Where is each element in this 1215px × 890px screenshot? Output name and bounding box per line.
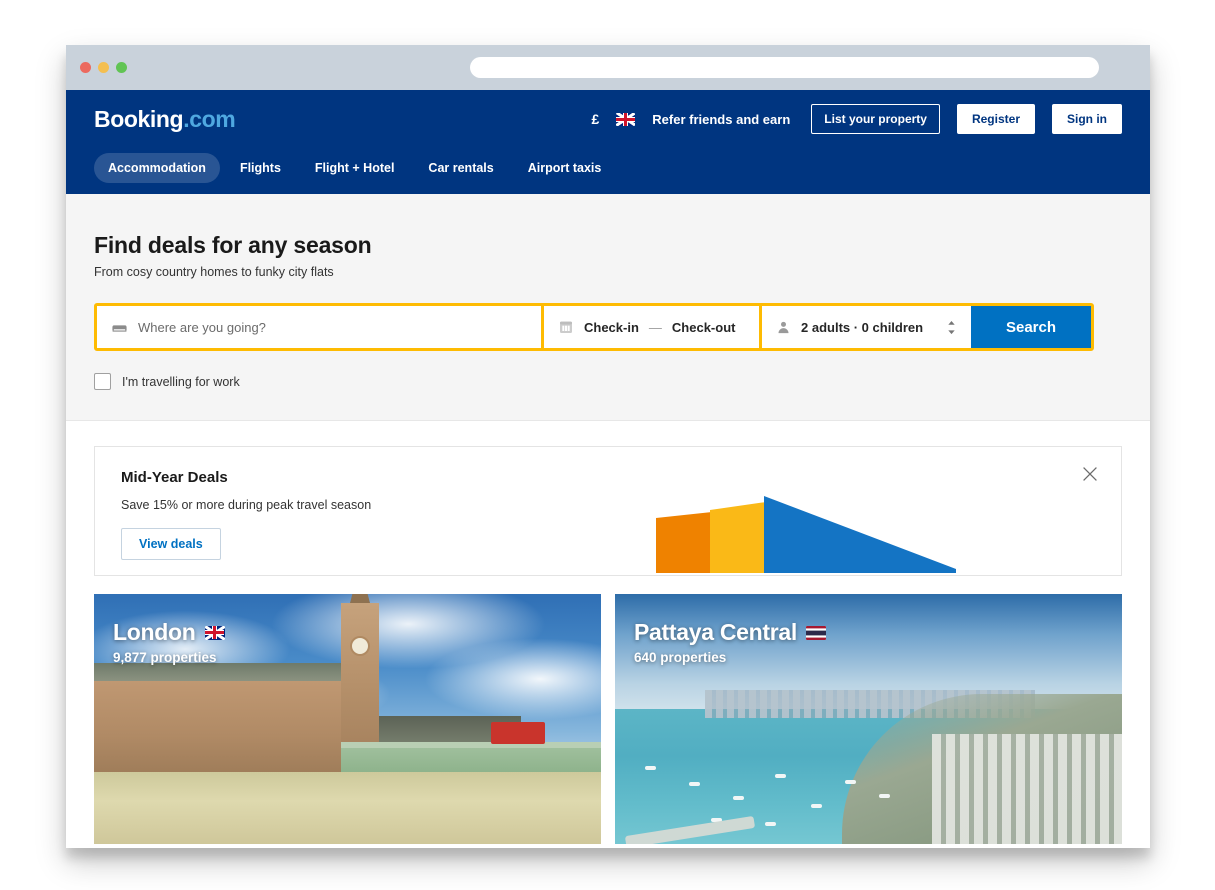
traffic-lights (80, 62, 127, 73)
city-name-row: London (113, 619, 225, 646)
uk-flag-icon (205, 626, 225, 640)
nav-tab-car-rentals[interactable]: Car rentals (414, 153, 507, 183)
calendar-icon (558, 319, 574, 335)
refer-friends-link[interactable]: Refer friends and earn (652, 112, 790, 127)
promo-illustration (650, 470, 970, 575)
uk-flag-icon[interactable] (616, 113, 635, 126)
page-subtitle: From cosy country homes to funky city fl… (94, 265, 1122, 279)
currency-selector[interactable]: £ (591, 111, 599, 127)
promo-subtitle: Save 15% or more during peak travel seas… (121, 498, 371, 512)
city-name-label: London (113, 619, 196, 646)
minimize-window-button[interactable] (98, 62, 109, 73)
city-card-pattaya-central[interactable]: Pattaya Central 640 properties (615, 594, 1122, 844)
search-panel: Find deals for any season From cosy coun… (66, 194, 1150, 421)
promo-banner: Mid-Year Deals Save 15% or more during p… (94, 446, 1122, 576)
promo-title: Mid-Year Deals (121, 469, 371, 486)
checkout-label: Check-out (672, 320, 736, 335)
search-bar: Where are you going? Check-in — Check-ou… (94, 303, 1094, 351)
view-deals-button[interactable]: View deals (121, 528, 221, 560)
main-content: Mid-Year Deals Save 15% or more during p… (66, 421, 1150, 844)
city-name-row: Pattaya Central (634, 619, 826, 646)
search-button[interactable]: Search (971, 306, 1091, 348)
promo-text-block: Mid-Year Deals Save 15% or more during p… (95, 447, 371, 560)
stepper-chevrons-icon[interactable] (946, 320, 957, 335)
person-icon (776, 320, 791, 335)
city-card-london[interactable]: London 9,877 properties (94, 594, 601, 844)
primary-nav: Accommodation Flights Flight + Hotel Car… (94, 148, 1122, 188)
travelling-for-work-row[interactable]: I'm travelling for work (94, 373, 1122, 390)
sign-in-button[interactable]: Sign in (1052, 104, 1122, 134)
nav-tab-flight-hotel[interactable]: Flight + Hotel (301, 153, 409, 183)
nav-tab-flights[interactable]: Flights (226, 153, 295, 183)
header-actions: £ Refer friends and earn List your prope… (591, 104, 1122, 134)
dates-field[interactable]: Check-in — Check-out (544, 306, 762, 348)
site-header: Booking.com £ Refer friends and earn Lis… (66, 90, 1150, 194)
nav-tab-airport-taxis[interactable]: Airport taxis (514, 153, 616, 183)
logo-text-main: Booking (94, 106, 183, 132)
list-your-property-button[interactable]: List your property (811, 104, 940, 134)
thailand-flag-icon (806, 626, 826, 640)
close-icon[interactable] (1079, 463, 1101, 485)
nav-tab-accommodation[interactable]: Accommodation (94, 153, 220, 183)
destination-cards: London 9,877 properties (94, 594, 1122, 844)
page-title: Find deals for any season (94, 232, 1122, 259)
guests-field[interactable]: 2 adults · 0 children (762, 306, 971, 348)
browser-chrome (66, 45, 1150, 90)
city-property-count: 9,877 properties (113, 650, 225, 665)
checkin-label: Check-in (584, 320, 639, 335)
address-bar[interactable] (470, 57, 1099, 78)
city-property-count: 640 properties (634, 650, 826, 665)
header-top-row: Booking.com £ Refer friends and earn Lis… (94, 90, 1122, 148)
maximize-window-button[interactable] (116, 62, 127, 73)
booking-logo[interactable]: Booking.com (94, 106, 235, 133)
travelling-for-work-label: I'm travelling for work (122, 375, 240, 389)
close-window-button[interactable] (80, 62, 91, 73)
travelling-for-work-checkbox[interactable] (94, 373, 111, 390)
city-name-label: Pattaya Central (634, 619, 797, 646)
destination-placeholder: Where are you going? (138, 320, 266, 335)
browser-window: Booking.com £ Refer friends and earn Lis… (66, 45, 1150, 848)
london-card-overlay: London 9,877 properties (113, 619, 225, 665)
date-range-separator: — (649, 320, 662, 335)
logo-text-suffix: .com (183, 106, 235, 132)
guests-value: 2 adults · 0 children (801, 320, 923, 335)
bed-icon (111, 319, 128, 336)
pattaya-card-overlay: Pattaya Central 640 properties (634, 619, 826, 665)
register-button[interactable]: Register (957, 104, 1035, 134)
destination-field[interactable]: Where are you going? (97, 306, 544, 348)
